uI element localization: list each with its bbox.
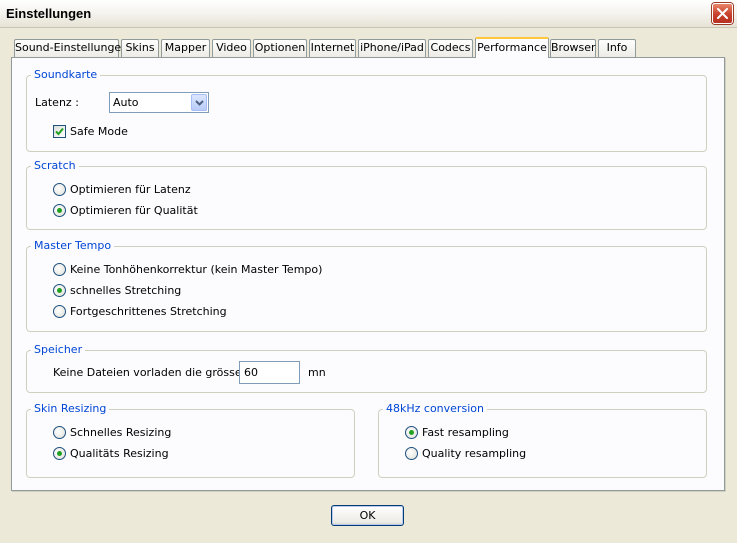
- tab-label: Optionen: [254, 41, 306, 54]
- radio-advanced-stretching[interactable]: [53, 305, 66, 318]
- group-title-48khz-conversion: 48kHz conversion: [383, 402, 487, 416]
- group-speicher: Speicher Keine Dateien vorladen die grös…: [26, 343, 707, 393]
- checkmark-icon: [55, 127, 64, 136]
- radio-no-pitch-correction[interactable]: [53, 263, 66, 276]
- group-skin-resizing: Skin Resizing Schnelles Resizing Qualitä…: [26, 402, 355, 478]
- tab-performance[interactable]: Performance: [475, 37, 549, 58]
- performance-panel: Soundkarte Latenz : Auto Safe Mode Scrat…: [11, 57, 725, 491]
- preload-limit-value: 60: [244, 366, 258, 379]
- preload-limit-label: Keine Dateien vorladen die grösser: [53, 366, 247, 379]
- tab-label: Sound-Einstellungen: [15, 41, 129, 54]
- tab-label: Mapper: [164, 41, 207, 54]
- group-title-master-tempo: Master Tempo: [31, 239, 115, 253]
- tab-label: Codecs: [430, 41, 471, 54]
- tab-optionen[interactable]: Optionen: [253, 39, 307, 57]
- latency-value: Auto: [113, 96, 139, 109]
- radio-quality-resampling[interactable]: [405, 447, 418, 460]
- tab-iphone-ipad[interactable]: iPhone/iPad: [358, 39, 426, 57]
- radio-fast-stretching[interactable]: [53, 284, 66, 297]
- tab-label: Skins: [125, 41, 155, 54]
- ok-button-label: OK: [359, 509, 376, 522]
- tab-info[interactable]: Info: [598, 39, 636, 57]
- tab-label: Browser: [551, 41, 596, 54]
- radio-fast-resampling-label: Fast resampling: [422, 426, 509, 439]
- tab-mapper[interactable]: Mapper: [161, 39, 210, 57]
- latency-select[interactable]: Auto: [109, 92, 209, 113]
- title-bar[interactable]: Einstellungen: [0, 0, 737, 28]
- group-scratch: Scratch Optimieren für Latenz Optimieren…: [26, 159, 707, 230]
- group-48khz-conversion: 48kHz conversion Fast resampling Quality…: [378, 402, 707, 478]
- tab-label: Info: [606, 41, 628, 54]
- group-title-speicher: Speicher: [31, 343, 86, 357]
- tab-sound-einstellungen[interactable]: Sound-Einstellungen: [14, 39, 128, 57]
- window-title: Einstellungen: [6, 6, 92, 21]
- safe-mode-checkbox[interactable]: [53, 125, 66, 138]
- tab-browser[interactable]: Browser: [550, 39, 596, 57]
- radio-quality-resampling-label: Quality resampling: [422, 447, 527, 460]
- tab-label: Video: [216, 41, 247, 54]
- tab-video[interactable]: Video: [212, 39, 251, 57]
- tab-skins[interactable]: Skins: [121, 39, 159, 57]
- radio-latency[interactable]: [53, 183, 66, 196]
- preload-limit-unit: mn: [308, 366, 326, 379]
- close-icon: [717, 8, 728, 19]
- group-title-soundkarte: Soundkarte: [31, 68, 101, 82]
- group-title-scratch: Scratch: [31, 159, 79, 173]
- radio-fast-stretching-label: schnelles Stretching: [70, 284, 182, 297]
- chevron-down-icon: [195, 100, 204, 106]
- radio-fast-resizing[interactable]: [53, 426, 66, 439]
- tab-label: Performance: [477, 41, 547, 54]
- group-title-skin-resizing: Skin Resizing: [31, 402, 110, 416]
- group-soundkarte: Soundkarte Latenz : Auto Safe Mode: [26, 68, 707, 152]
- radio-advanced-stretching-label: Fortgeschrittenes Stretching: [70, 305, 227, 318]
- radio-no-pitch-correction-label: Keine Tonhöhenkorrektur (kein Master Tem…: [70, 263, 323, 276]
- tab-codecs[interactable]: Codecs: [428, 39, 473, 57]
- latency-label: Latenz :: [35, 96, 79, 109]
- radio-quality-resizing-label: Qualitäts Resizing: [70, 447, 169, 460]
- tab-internet[interactable]: Internet: [309, 39, 356, 57]
- radio-quality-label: Optimieren für Qualität: [70, 204, 198, 217]
- radio-quality-resizing[interactable]: [53, 447, 66, 460]
- tab-label: iPhone/iPad: [360, 41, 424, 54]
- ok-button[interactable]: OK: [331, 505, 404, 526]
- dropdown-button[interactable]: [191, 94, 207, 111]
- radio-latency-label: Optimieren für Latenz: [70, 183, 191, 196]
- group-master-tempo: Master Tempo Keine Tonhöhenkorrektur (ke…: [26, 239, 707, 332]
- tab-label: Internet: [310, 41, 355, 54]
- preload-limit-input[interactable]: 60: [239, 361, 300, 384]
- radio-fast-resizing-label: Schnelles Resizing: [70, 426, 172, 439]
- safe-mode-label: Safe Mode: [70, 125, 128, 138]
- radio-quality[interactable]: [53, 204, 66, 217]
- radio-fast-resampling[interactable]: [405, 426, 418, 439]
- close-button[interactable]: [712, 3, 733, 24]
